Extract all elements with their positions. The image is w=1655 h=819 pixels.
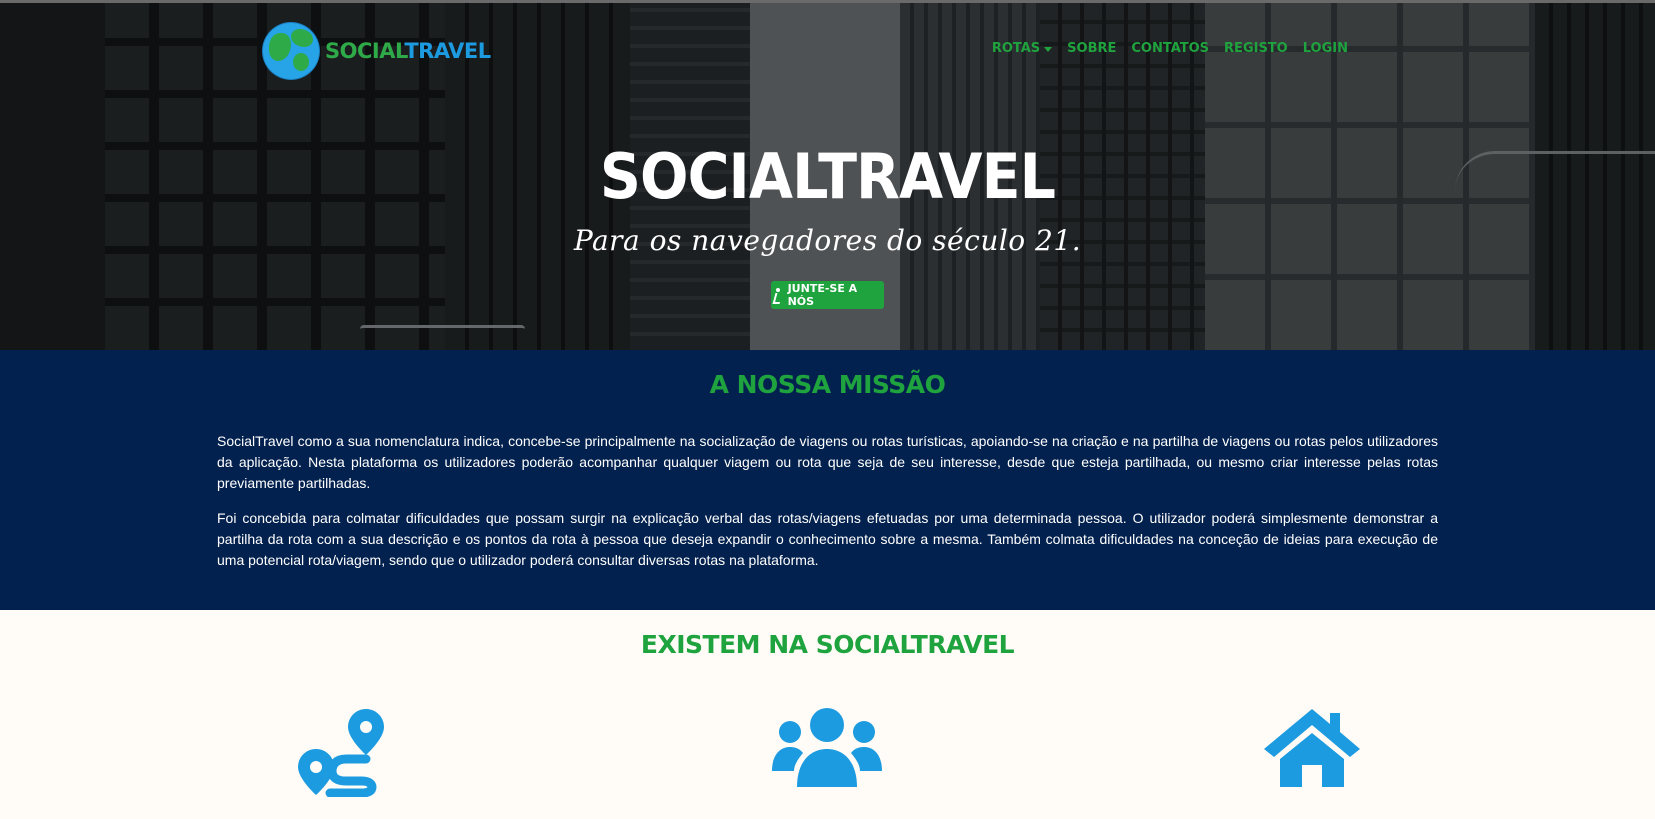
hero-section: SOCIALTRAVEL ROTAS SOBRE CONTATOS REGIST… bbox=[0, 0, 1655, 350]
nav-item-rotas[interactable]: ROTAS bbox=[992, 41, 1053, 56]
hero-subtitle: Para os navegadores do século 21. bbox=[573, 224, 1082, 257]
home-icon bbox=[1264, 709, 1360, 787]
features-section: EXISTEM NA SOCIALTRAVEL bbox=[0, 610, 1655, 819]
mission-paragraph-1: SocialTravel como a sua nomenclatura ind… bbox=[217, 433, 1438, 491]
brand-name: SOCIALTRAVEL bbox=[325, 39, 491, 63]
hero-title: SOCIALTRAVEL bbox=[599, 140, 1056, 213]
page: SOCIALTRAVEL ROTAS SOBRE CONTATOS REGIST… bbox=[0, 0, 1655, 819]
main-nav: ROTAS SOBRE CONTATOS REGISTO LOGIN bbox=[992, 41, 1348, 56]
features-title: EXISTEM NA SOCIALTRAVEL bbox=[640, 630, 1015, 659]
nav-item-login[interactable]: LOGIN bbox=[1303, 41, 1348, 56]
mission-section: A NOSSA MISSÃO SocialTravel como a sua n… bbox=[0, 350, 1655, 610]
mission-paragraph-2: Foi concebida para colmatar dificuldades… bbox=[217, 510, 1438, 568]
nav-item-registo[interactable]: REGISTO bbox=[1224, 41, 1288, 56]
mission-title: A NOSSA MISSÃO bbox=[709, 370, 946, 399]
caret-down-icon bbox=[1044, 46, 1053, 52]
nav-item-contatos[interactable]: CONTATOS bbox=[1131, 41, 1209, 56]
globe-icon bbox=[263, 23, 319, 79]
users-icon bbox=[772, 708, 882, 787]
brand-logo[interactable]: SOCIALTRAVEL bbox=[263, 23, 491, 79]
walking-icon bbox=[771, 288, 783, 302]
nav-item-sobre[interactable]: SOBRE bbox=[1067, 41, 1116, 56]
route-icon bbox=[298, 709, 384, 797]
join-us-button[interactable]: JUNTE-SE A NÓS bbox=[771, 281, 884, 309]
